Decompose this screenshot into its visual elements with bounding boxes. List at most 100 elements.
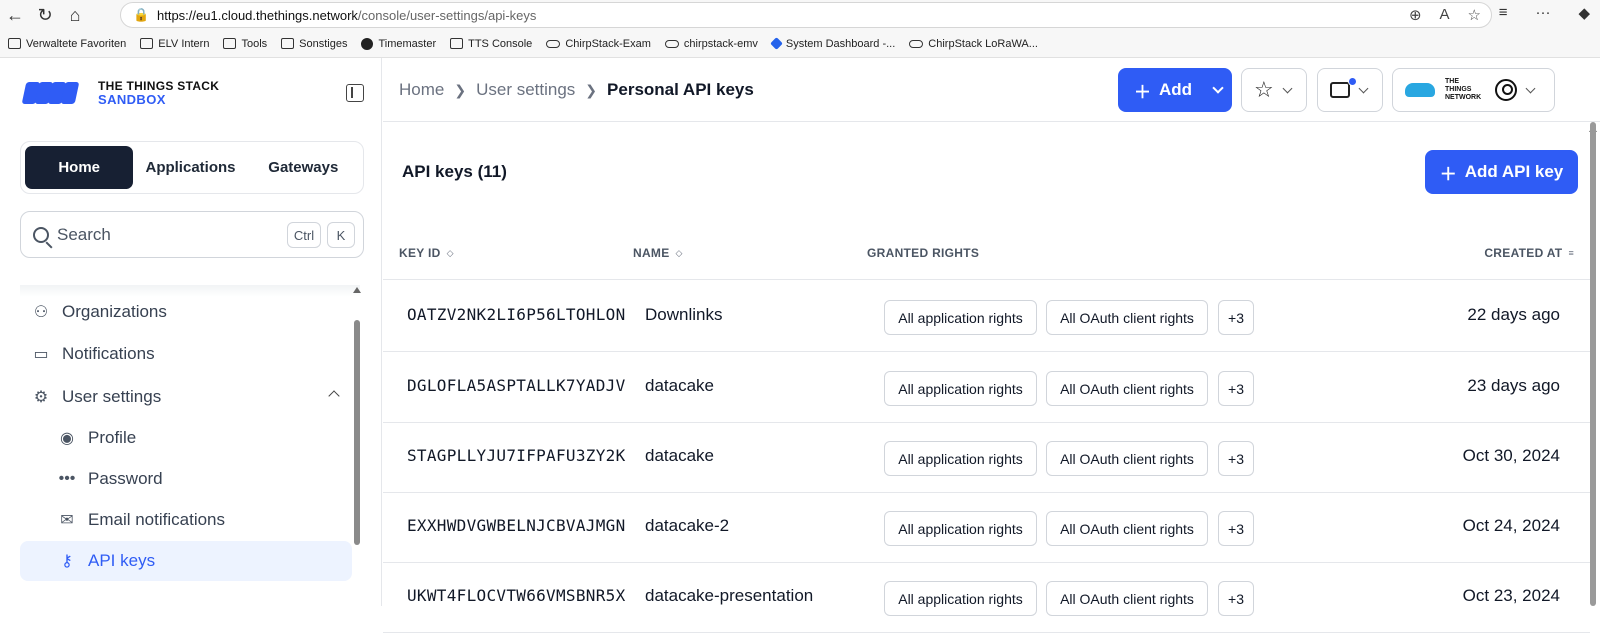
- breadcrumb: Home ❯ User settings ❯ Personal API keys: [399, 80, 754, 100]
- content-scrollbar[interactable]: [1590, 122, 1596, 606]
- more-rights-badge[interactable]: +3: [1218, 371, 1254, 406]
- right-badge: All OAuth client rights: [1046, 441, 1208, 476]
- created-at: Oct 30, 2024: [1462, 446, 1560, 465]
- sidebar-item-label: Notifications: [62, 344, 155, 363]
- chevron-up-icon: [328, 390, 340, 402]
- site-info-icon[interactable]: 🔒: [133, 7, 149, 23]
- sidebar-item-api-keys[interactable]: ⚷ API keys: [20, 541, 352, 581]
- sidebar-item-email-notifications[interactable]: ✉ Email notifications: [20, 500, 352, 540]
- logo-title: THE THINGS STACK: [98, 79, 220, 93]
- right-badge: All application rights: [884, 371, 1037, 406]
- cloud-icon: [664, 39, 679, 48]
- folder-icon: [281, 38, 295, 49]
- section-tabs: Home Applications Gateways: [20, 141, 364, 194]
- sidebar-scrollbar[interactable]: [354, 320, 360, 545]
- tab-home[interactable]: Home: [25, 146, 134, 189]
- favorite-item[interactable]: TTS Console: [450, 38, 532, 50]
- plus-icon: ＋: [1134, 82, 1151, 102]
- right-badge: All application rights: [884, 511, 1037, 546]
- table-row[interactable]: STAGPLLYJU7IFPAFU3ZY2K datacake All appl…: [383, 422, 1590, 493]
- created-at: Oct 24, 2024: [1462, 516, 1560, 535]
- table-row[interactable]: EXXHWDVGWBELNJCBVAJMGN datacake-2 All ap…: [383, 492, 1590, 563]
- home-icon[interactable]: ⌂: [60, 0, 90, 30]
- dot-icon: [361, 37, 374, 50]
- notifications-button[interactable]: [1317, 68, 1383, 112]
- collapse-sidebar-icon[interactable]: [346, 84, 364, 102]
- sidebar-item-user-settings[interactable]: ⚙ User settings: [20, 377, 352, 417]
- favorite-item[interactable]: Sonstiges: [281, 38, 347, 50]
- url-path: /console/user-settings/api-keys: [357, 7, 537, 23]
- chevron-down-icon: [1525, 83, 1536, 93]
- more-rights-badge[interactable]: +3: [1218, 300, 1254, 335]
- profile-menu-button[interactable]: THE THINGS NETWORK: [1392, 68, 1555, 112]
- more-rights-badge[interactable]: +3: [1218, 441, 1254, 476]
- favorite-item[interactable]: Verwaltete Favoriten: [8, 38, 126, 50]
- user-settings-icon: ⚙: [33, 389, 49, 406]
- key-name: Downlinks: [645, 305, 723, 324]
- back-icon[interactable]: ←: [0, 0, 30, 30]
- sidebar-item-label: Organizations: [62, 302, 167, 321]
- inbox-icon: [1330, 77, 1357, 98]
- user-avatar-icon: [1495, 79, 1517, 101]
- zoom-icon[interactable]: ⊕: [1409, 6, 1422, 24]
- key-name: datacake: [645, 376, 714, 395]
- sidebar-item-organizations[interactable]: ⚇ Organizations: [20, 292, 352, 332]
- favorite-item[interactable]: ELV Intern: [140, 38, 209, 50]
- created-at: 22 days ago: [1467, 305, 1560, 324]
- chevron-right-icon: ❯: [454, 81, 467, 98]
- column-created-at[interactable]: CREATED AT ≡: [1484, 246, 1574, 260]
- key-id: EXXHWDVGWBELNJCBVAJMGN: [407, 516, 626, 535]
- reload-icon[interactable]: ↻: [30, 0, 60, 30]
- sidebar-item-password[interactable]: ••• Password: [20, 459, 352, 499]
- sort-icon: ◇: [446, 247, 454, 258]
- sidebar-item-profile[interactable]: ◉ Profile: [20, 418, 352, 458]
- logo[interactable]: THE THINGS STACK SANDBOX: [20, 78, 219, 108]
- add-api-key-button[interactable]: ＋ Add API key: [1425, 150, 1578, 194]
- favorites-bar: Verwaltete Favoriten ELV Intern Tools So…: [0, 30, 1600, 58]
- breadcrumb-user-settings[interactable]: User settings: [476, 80, 575, 100]
- table-row[interactable]: UKWT4FLOCVTW66VMSBNR5X datacake-presenta…: [383, 562, 1590, 633]
- profile-icon: ◉: [60, 430, 74, 447]
- tab-gateways[interactable]: Gateways: [248, 146, 359, 189]
- search-placeholder: Search: [57, 224, 111, 244]
- ttn-logo-text: THE THINGS NETWORK: [1445, 78, 1482, 101]
- star-icon: ☆: [1254, 77, 1274, 102]
- cloud-icon: [546, 39, 561, 48]
- favorite-item[interactable]: ChirpStack LoRaWA...: [909, 38, 1038, 50]
- favorite-item[interactable]: ChirpStack-Exam: [546, 38, 651, 50]
- table-row[interactable]: DGLOFLA5ASPTALLK7YADJV datacake All appl…: [383, 352, 1590, 423]
- favorite-item[interactable]: Tools: [223, 38, 267, 50]
- more-rights-badge[interactable]: +3: [1218, 511, 1254, 546]
- table-row[interactable]: OATZV2NK2LI6P56LTOHLON Downlinks All app…: [383, 281, 1590, 352]
- scroll-up-arrow-icon[interactable]: [353, 287, 361, 293]
- right-badge: All OAuth client rights: [1046, 300, 1208, 335]
- read-aloud-icon[interactable]: A: [1440, 6, 1450, 24]
- created-at: 23 days ago: [1467, 376, 1560, 395]
- bookmarks-button[interactable]: ☆: [1241, 68, 1307, 112]
- tab-applications[interactable]: Applications: [133, 146, 247, 189]
- more-rights-badge[interactable]: +3: [1218, 581, 1254, 616]
- organizations-icon: ⚇: [33, 304, 49, 321]
- add-button[interactable]: ＋ Add: [1118, 68, 1232, 112]
- favorite-item[interactable]: System Dashboard -...: [769, 37, 895, 50]
- chevron-right-icon: ❯: [585, 81, 598, 98]
- key-id: DGLOFLA5ASPTALLK7YADJV: [407, 376, 626, 395]
- favorite-star-icon[interactable]: ☆: [1468, 6, 1481, 24]
- favorites-list-icon[interactable]: ≡: [1499, 4, 1508, 22]
- chevron-down-icon: [1212, 82, 1224, 94]
- column-name[interactable]: NAME ◇: [633, 246, 683, 260]
- unread-dot: [1348, 77, 1357, 86]
- search-input[interactable]: Search Ctrl K: [20, 211, 364, 258]
- sidebar-item-notifications[interactable]: ▭ Notifications: [20, 334, 352, 374]
- add-api-key-label: Add API key: [1464, 162, 1564, 181]
- logo-subtitle: SANDBOX: [98, 92, 166, 107]
- copilot-icon[interactable]: ◆: [1578, 4, 1590, 22]
- add-button-label: Add: [1159, 80, 1193, 99]
- favorite-item[interactable]: Timemaster: [361, 37, 436, 50]
- breadcrumb-home[interactable]: Home: [399, 80, 444, 100]
- shortcut-key-k: K: [327, 222, 355, 248]
- address-bar[interactable]: 🔒 https://eu1.cloud.thethings.network/co…: [120, 2, 1492, 28]
- more-menu-icon[interactable]: ···: [1535, 4, 1550, 22]
- column-key-id[interactable]: KEY ID ◇: [399, 246, 454, 260]
- favorite-item[interactable]: chirpstack-emv: [664, 38, 758, 50]
